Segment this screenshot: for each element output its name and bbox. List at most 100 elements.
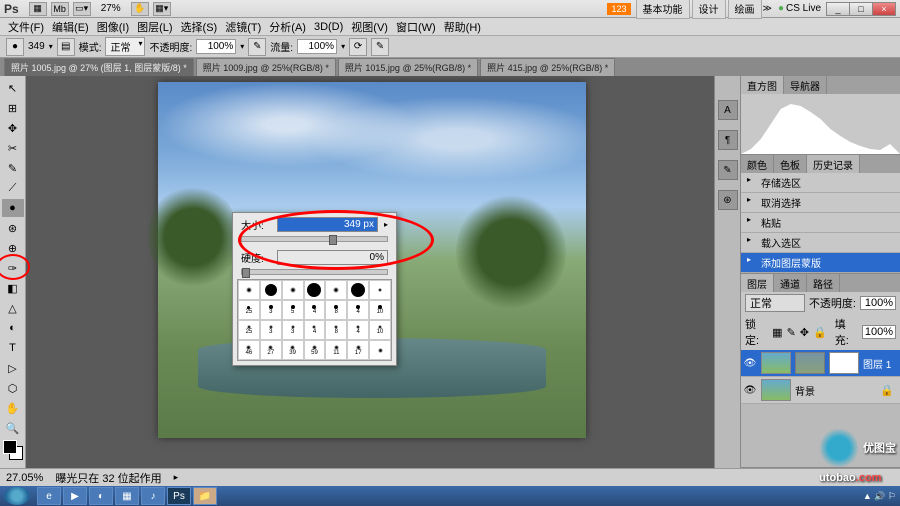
brush-preset-27[interactable] bbox=[369, 340, 391, 360]
brush-preset-24[interactable]: 59 bbox=[304, 340, 326, 360]
brush-preset-21[interactable]: 46 bbox=[238, 340, 260, 360]
brush-preset-11[interactable]: 8 bbox=[325, 300, 347, 320]
history-tab[interactable]: 历史记录 bbox=[807, 155, 860, 173]
para-panel-icon[interactable]: ¶ bbox=[718, 130, 738, 150]
taskbar-ie-icon[interactable]: e bbox=[37, 487, 61, 505]
tb-arrange-icon[interactable]: ▦▾ bbox=[153, 2, 171, 16]
tool-8[interactable]: ⊕ bbox=[2, 239, 24, 257]
histogram-tab[interactable]: 直方图 bbox=[741, 76, 784, 94]
brush-preset-9[interactable]: 5 bbox=[282, 300, 304, 320]
layer-thumb[interactable] bbox=[761, 352, 791, 374]
history-item-1[interactable]: 取消选择 bbox=[741, 193, 900, 213]
menu-3d[interactable]: 3D(D) bbox=[310, 19, 347, 35]
menu-help[interactable]: 帮助(H) bbox=[440, 17, 485, 37]
taskbar-browser-icon[interactable]: ◐ bbox=[89, 487, 113, 505]
doc-tab-3[interactable]: 照片 415.jpg @ 25%(RGB/8) * bbox=[480, 58, 615, 77]
brush-preset-icon[interactable]: ● bbox=[6, 38, 24, 56]
layer-thumb[interactable] bbox=[761, 379, 791, 401]
doc-tab-1[interactable]: 照片 1009.jpg @ 25%(RGB/8) * bbox=[196, 58, 336, 77]
minimize-button[interactable]: _ bbox=[826, 2, 850, 16]
brush-preset-2[interactable] bbox=[282, 280, 304, 300]
tool-7[interactable]: ⊛ bbox=[2, 219, 24, 237]
brush-panel-icon2[interactable]: ✎ bbox=[718, 160, 738, 180]
brush-preset-6[interactable] bbox=[369, 280, 391, 300]
history-item-3[interactable]: 载入选区 bbox=[741, 233, 900, 253]
tool-4[interactable]: ✎ bbox=[2, 159, 24, 177]
tool-11[interactable]: △ bbox=[2, 299, 24, 317]
history-item-4[interactable]: 添加图层蒙版 bbox=[741, 253, 900, 273]
swatches-tab[interactable]: 色板 bbox=[774, 155, 807, 173]
tool-6[interactable]: ● bbox=[2, 199, 24, 217]
taskbar-media-icon[interactable]: ▶ bbox=[63, 487, 87, 505]
layer-name[interactable]: 背景 bbox=[795, 383, 815, 398]
brush-preset-19[interactable]: 4 bbox=[347, 320, 369, 340]
workspace-badge[interactable]: 123 bbox=[607, 3, 630, 15]
brush-preset-1[interactable] bbox=[260, 280, 282, 300]
color-swatch[interactable] bbox=[3, 440, 23, 460]
brush-preset-26[interactable]: 17 bbox=[347, 340, 369, 360]
opacity-input[interactable]: 100% bbox=[196, 39, 236, 54]
tool-2[interactable]: ✥ bbox=[2, 119, 24, 137]
layers-tab[interactable]: 图层 bbox=[741, 274, 774, 292]
brush-preset-17[interactable]: 4 bbox=[304, 320, 326, 340]
brush-preset-7[interactable]: 25 bbox=[238, 300, 260, 320]
tool-10[interactable]: ◧ bbox=[2, 279, 24, 297]
layer-mask-thumb[interactable] bbox=[829, 352, 859, 374]
tool-12[interactable]: ◐ bbox=[2, 319, 24, 337]
history-item-0[interactable]: 存储选区 bbox=[741, 173, 900, 193]
fill-input[interactable]: 100% bbox=[862, 325, 896, 339]
tb-screen-icon[interactable]: ▭▾ bbox=[73, 2, 91, 16]
brush-preset-20[interactable]: 10 bbox=[369, 320, 391, 340]
close-button[interactable]: × bbox=[872, 2, 896, 16]
brush-preset-14[interactable]: 25 bbox=[238, 320, 260, 340]
paths-tab[interactable]: 路径 bbox=[807, 274, 840, 292]
flow-input[interactable]: 100% bbox=[297, 39, 337, 54]
hardness-slider[interactable] bbox=[241, 269, 388, 275]
brush-size-num[interactable]: 349 bbox=[28, 41, 45, 52]
lock-pos-icon[interactable]: ✥ bbox=[800, 326, 809, 339]
tb-bridge-icon[interactable]: ▦ bbox=[29, 2, 47, 16]
tb-mb-icon[interactable]: Mb bbox=[51, 2, 69, 16]
menu-view[interactable]: 视图(V) bbox=[347, 17, 392, 37]
brush-panel-icon[interactable]: ▤ bbox=[57, 38, 75, 56]
hardness-slider-thumb[interactable] bbox=[242, 268, 250, 278]
brush-preset-16[interactable]: 3 bbox=[282, 320, 304, 340]
lock-trans-icon[interactable]: ▦ bbox=[772, 326, 782, 339]
tool-3[interactable]: ✂ bbox=[2, 139, 24, 157]
menu-file[interactable]: 文件(F) bbox=[4, 17, 48, 37]
airbrush-icon[interactable]: ⟳ bbox=[349, 38, 367, 56]
size-slider-thumb[interactable] bbox=[329, 235, 337, 245]
lock-pixels-icon[interactable]: ✎ bbox=[787, 326, 796, 339]
start-button[interactable] bbox=[4, 487, 30, 505]
channels-tab[interactable]: 通道 bbox=[774, 274, 807, 292]
cslive-button[interactable]: CS Live bbox=[778, 3, 821, 14]
menu-edit[interactable]: 编辑(E) bbox=[48, 17, 93, 37]
tool-1[interactable]: ⊞ bbox=[2, 99, 24, 117]
doc-tab-0[interactable]: 照片 1005.jpg @ 27% (图层 1, 图层蒙版/8) * bbox=[4, 58, 194, 77]
taskbar-folder-icon[interactable]: 📁 bbox=[193, 487, 217, 505]
size-input[interactable]: 349 px bbox=[277, 217, 378, 232]
menu-analysis[interactable]: 分析(A) bbox=[265, 17, 310, 37]
color-tab[interactable]: 颜色 bbox=[741, 155, 774, 173]
brush-preset-23[interactable]: 39 bbox=[282, 340, 304, 360]
tool-16[interactable]: ✋ bbox=[2, 399, 24, 417]
tool-15[interactable]: ⬡ bbox=[2, 379, 24, 397]
zoom-level[interactable]: 27% bbox=[101, 3, 121, 14]
status-zoom[interactable]: 27.05% bbox=[6, 472, 43, 484]
tool-9[interactable]: ✑ bbox=[2, 259, 24, 277]
brush-preset-22[interactable]: 27 bbox=[260, 340, 282, 360]
menu-layer[interactable]: 图层(L) bbox=[133, 17, 176, 37]
hardness-input[interactable]: 0% bbox=[277, 250, 388, 265]
taskbar-ps-icon[interactable]: Ps bbox=[167, 487, 191, 505]
menu-window[interactable]: 窗口(W) bbox=[392, 17, 440, 37]
brush-preset-13[interactable]: 10 bbox=[369, 300, 391, 320]
tool-5[interactable]: ⟋ bbox=[2, 179, 24, 197]
tool-17[interactable]: 🔍 bbox=[2, 419, 24, 437]
taskbar-app2-icon[interactable]: ♪ bbox=[141, 487, 165, 505]
layer-row-1[interactable]: 👁背景🔒 bbox=[741, 377, 900, 404]
layer-opacity-input[interactable]: 100% bbox=[860, 296, 896, 310]
brush-preset-0[interactable] bbox=[238, 280, 260, 300]
maximize-button[interactable]: □ bbox=[849, 2, 873, 16]
lock-all-icon[interactable]: 🔒 bbox=[813, 326, 827, 339]
navigator-tab[interactable]: 导航器 bbox=[784, 76, 827, 94]
